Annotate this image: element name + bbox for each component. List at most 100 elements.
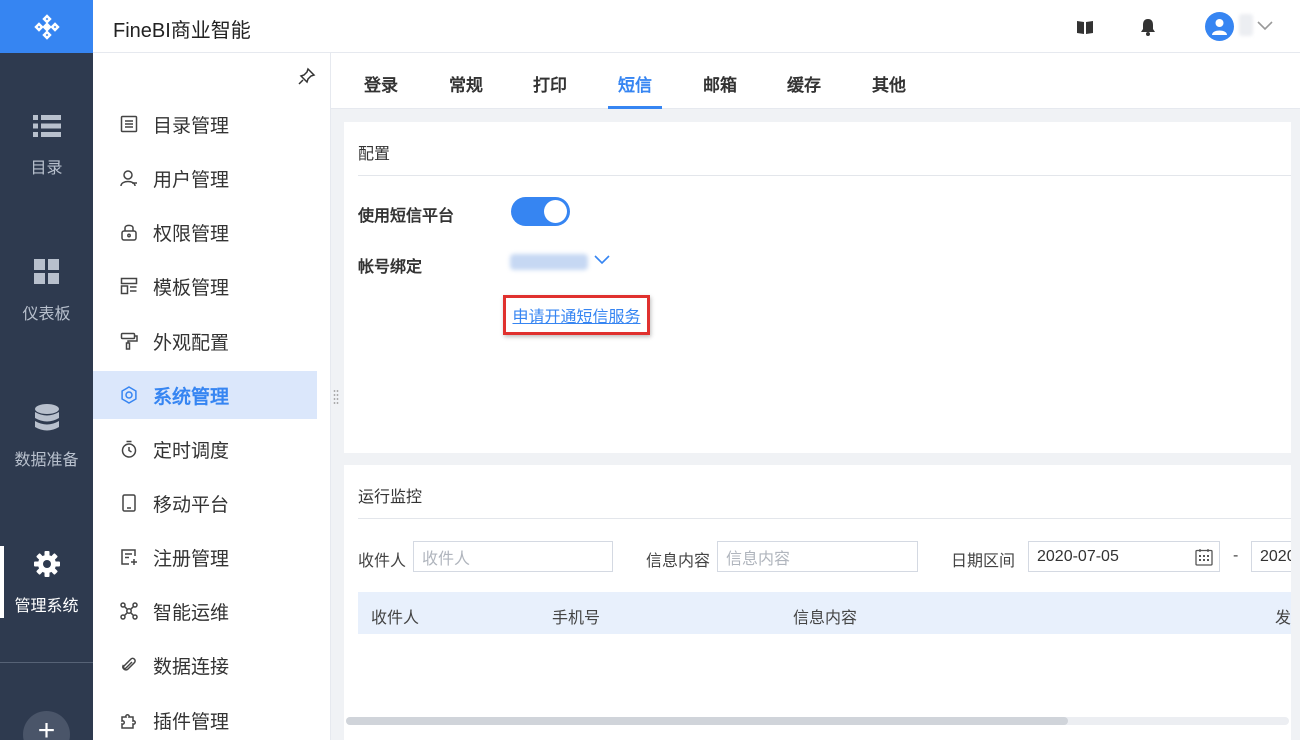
- gear-icon: [33, 550, 61, 578]
- menu-item-connections[interactable]: 数据连接: [93, 641, 317, 689]
- menu-item-label: 系统管理: [153, 386, 230, 408]
- rail-item-label: 数据准备: [14, 452, 79, 469]
- column-header-content[interactable]: 信息内容: [793, 604, 857, 628]
- catalog-icon: [119, 114, 139, 134]
- date-to-value: 2020: [1260, 547, 1291, 565]
- app-rail: 目录 仪表板 数据准备 管理系统 +: [0, 0, 93, 740]
- column-header-send[interactable]: 发: [1275, 604, 1291, 628]
- finebi-logo[interactable]: [0, 0, 93, 53]
- receiver-filter-input[interactable]: 收件人: [413, 541, 613, 572]
- rail-item-label: 仪表板: [22, 306, 71, 323]
- tab-general[interactable]: 常规: [449, 71, 483, 109]
- rail-item-data-prep[interactable]: 数据准备: [0, 404, 93, 494]
- sms-log-table-header: 收件人 手机号 信息内容 发: [358, 592, 1291, 634]
- date-range-separator: -: [1233, 547, 1239, 564]
- tab-other[interactable]: 其他: [872, 71, 906, 109]
- rail-item-catalog[interactable]: 目录: [0, 112, 93, 202]
- menu-item-label: 注册管理: [153, 548, 230, 570]
- scrollbar-thumb[interactable]: [346, 717, 1068, 725]
- horizontal-scrollbar[interactable]: [346, 717, 1289, 725]
- brush-icon: [119, 331, 139, 351]
- menu-item-label: 模板管理: [153, 277, 230, 299]
- menu-item-appearance[interactable]: 外观配置: [93, 317, 317, 365]
- menu-item-ops[interactable]: 智能运维: [93, 587, 317, 635]
- template-icon: [119, 276, 139, 296]
- menu-item-label: 数据连接: [153, 656, 230, 678]
- rail-item-label: 目录: [30, 160, 63, 177]
- menu-item-templates[interactable]: 模板管理: [93, 262, 317, 310]
- rail-item-admin[interactable]: 管理系统: [0, 546, 93, 640]
- user-avatar-icon: [1212, 19, 1227, 35]
- user-icon: [119, 168, 139, 188]
- top-header: FineBI商业智能: [93, 0, 1300, 53]
- config-panel: 配置 使用短信平台 帐号绑定 申请开通短信服务: [344, 122, 1291, 453]
- add-button[interactable]: +: [23, 711, 70, 740]
- chevron-down-icon[interactable]: [1257, 18, 1273, 36]
- pin-icon[interactable]: [298, 67, 316, 90]
- tablet-icon: [119, 493, 139, 513]
- timer-icon: [119, 439, 139, 459]
- lock-icon: [119, 222, 139, 242]
- tab-login[interactable]: 登录: [364, 71, 398, 109]
- monitor-divider: [358, 518, 1291, 519]
- rail-item-label: 管理系统: [14, 598, 79, 615]
- admin-menu: 目录管理 用户管理 权限管理 模板管理 外观配置 系统管理 定时调度 移动平台 …: [93, 53, 339, 740]
- column-header-phone[interactable]: 手机号: [552, 604, 600, 628]
- receiver-filter-label: 收件人: [358, 553, 407, 570]
- chevron-down-icon[interactable]: [594, 252, 610, 270]
- menu-item-catalog[interactable]: 目录管理: [93, 100, 317, 148]
- book-icon[interactable]: [1075, 17, 1095, 37]
- apply-sms-link[interactable]: 申请开通短信服务: [512, 303, 640, 327]
- avatar[interactable]: [1205, 12, 1234, 41]
- rail-divider: [0, 662, 93, 663]
- menu-item-mobile[interactable]: 移动平台: [93, 479, 317, 527]
- tab-print[interactable]: 打印: [533, 71, 567, 109]
- list-icon: [32, 112, 61, 140]
- menu-item-label: 外观配置: [153, 332, 230, 354]
- tab-sms[interactable]: 短信: [608, 71, 662, 109]
- link-icon: [119, 655, 139, 675]
- ops-icon: [119, 601, 139, 621]
- date-to-input[interactable]: 2020: [1251, 541, 1291, 572]
- menu-item-plugins[interactable]: 插件管理: [93, 696, 317, 740]
- resize-handle[interactable]: [333, 389, 339, 407]
- monitor-panel: 运行监控 收件人 收件人 信息内容 信息内容 日期区间 2020-07-05 -…: [344, 465, 1291, 740]
- register-icon: [119, 547, 139, 567]
- tab-email[interactable]: 邮箱: [703, 71, 737, 109]
- date-from-input[interactable]: 2020-07-05: [1028, 541, 1220, 572]
- menu-item-register[interactable]: 注册管理: [93, 533, 317, 581]
- menu-item-label: 智能运维: [153, 602, 230, 624]
- plus-icon: +: [37, 714, 56, 740]
- column-header-receiver[interactable]: 收件人: [371, 604, 419, 628]
- logo-icon: [33, 13, 60, 40]
- calendar-icon[interactable]: [1195, 548, 1213, 571]
- sms-platform-label: 使用短信平台: [358, 208, 455, 225]
- menu-item-label: 定时调度: [153, 440, 230, 462]
- config-title: 配置: [358, 146, 391, 163]
- tab-cache[interactable]: 缓存: [787, 71, 821, 109]
- menu-item-label: 插件管理: [153, 711, 230, 733]
- toggle-knob: [544, 200, 567, 223]
- rail-item-dashboard[interactable]: 仪表板: [0, 258, 93, 348]
- menu-item-label: 权限管理: [153, 223, 230, 245]
- user-name-blurred: [1239, 14, 1253, 36]
- sms-platform-toggle[interactable]: [511, 197, 570, 226]
- monitor-title: 运行监控: [358, 489, 423, 506]
- database-icon: [33, 404, 61, 432]
- menu-item-permissions[interactable]: 权限管理: [93, 208, 317, 256]
- date-range-label: 日期区间: [951, 553, 1016, 570]
- bell-icon[interactable]: [1138, 17, 1158, 37]
- menu-item-label: 用户管理: [153, 169, 230, 191]
- config-divider: [358, 175, 1291, 176]
- menu-item-system[interactable]: 系统管理: [93, 371, 317, 419]
- settings-icon: [119, 385, 139, 405]
- menu-item-label: 目录管理: [153, 115, 230, 137]
- menu-item-users[interactable]: 用户管理: [93, 154, 317, 202]
- content-filter-label: 信息内容: [646, 553, 711, 570]
- content-filter-input[interactable]: 信息内容: [717, 541, 918, 572]
- menu-item-schedule[interactable]: 定时调度: [93, 425, 317, 473]
- date-from-value: 2020-07-05: [1037, 547, 1119, 565]
- app-title: FineBI商业智能: [113, 20, 251, 42]
- account-value-blurred[interactable]: [510, 254, 588, 270]
- menu-item-label: 移动平台: [153, 494, 230, 516]
